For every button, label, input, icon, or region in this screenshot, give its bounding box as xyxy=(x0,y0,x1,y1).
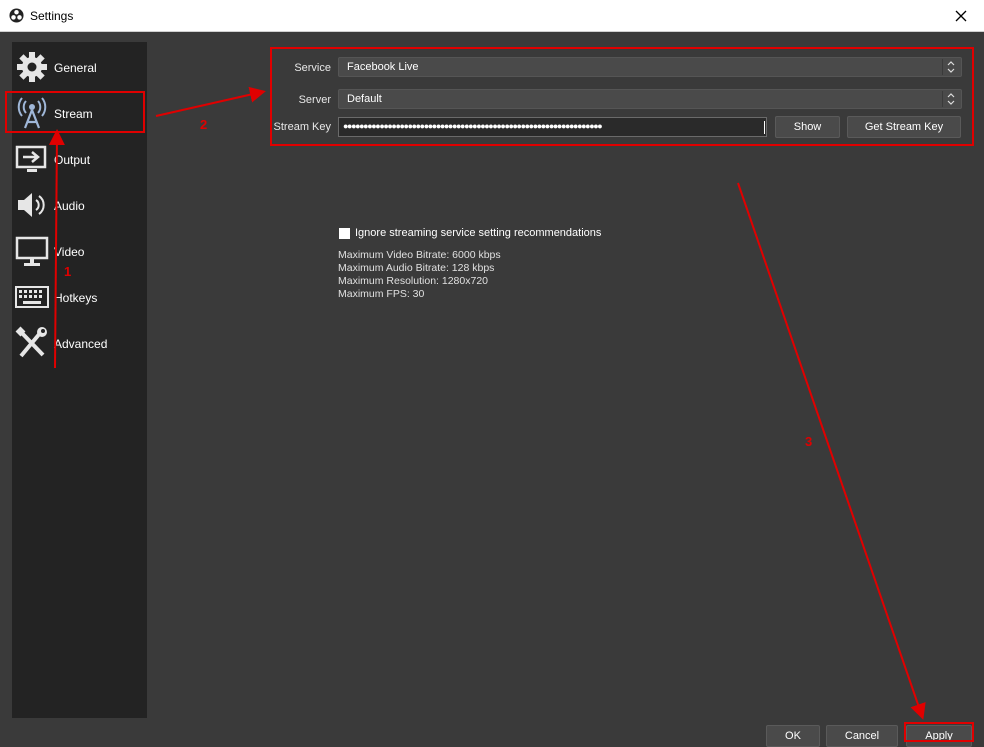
annotation-arrow-1 xyxy=(48,129,65,369)
annotation-arrow-2 xyxy=(155,86,266,117)
annotation-number-2: 2 xyxy=(200,117,208,132)
annotation-number-3: 3 xyxy=(805,434,813,449)
annotation-arrows xyxy=(48,86,926,720)
annotation-arrow-3 xyxy=(737,182,926,720)
annotation-number-1: 1 xyxy=(64,264,72,279)
